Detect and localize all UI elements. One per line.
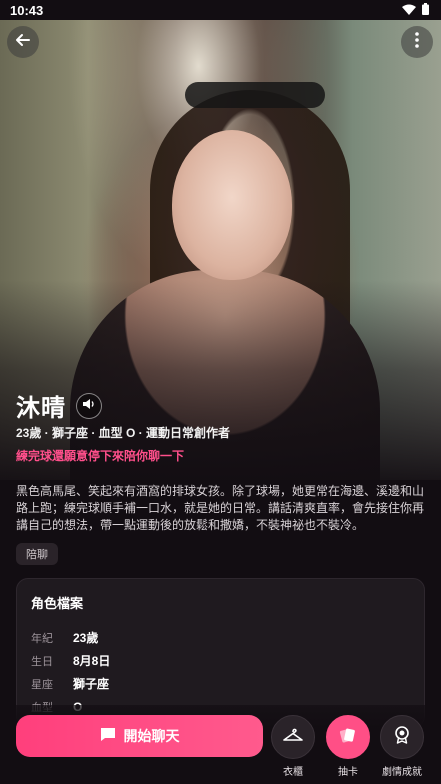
cards-icon [339,726,357,749]
character-header: 沐晴 [16,388,102,423]
wardrobe-label: 衣櫃 [283,767,303,778]
more-options-button[interactable] [401,26,433,58]
voice-play-button[interactable] [76,392,102,419]
status-bar: 10:43 [0,0,441,20]
profile-row-zodiac: 星座 獅子座 [31,672,410,695]
badge-icon [394,725,410,749]
profile-row-age: 年紀 23歲 [31,626,410,649]
wifi-icon [402,3,416,18]
more-vertical-icon [415,31,419,53]
start-chat-label: 開始聊天 [123,728,180,744]
status-time: 10:43 [10,2,44,18]
wardrobe-button[interactable]: 衣櫃 [271,715,315,778]
draw-card-button[interactable]: 抽卡 [326,715,370,778]
profile-value: 23歲 [73,631,99,645]
profile-row-birthday: 生日 8月8日 [31,649,410,672]
tag-chip: 陪聊 [16,543,58,565]
character-name: 沐晴 [16,395,66,422]
character-description: 黑色高馬尾、笑起來有酒窩的排球女孩。除了球場，她更常在海邊、溪邊和山路上跑；練完… [16,484,425,532]
profile-key: 星座 [31,678,53,691]
profile-value: 獅子座 [73,677,110,691]
back-arrow-icon [15,32,31,53]
profile-title: 角色檔案 [31,596,84,611]
character-tagline: 練完球還願意停下來陪你聊一下 [16,449,185,463]
speaker-icon [82,397,96,415]
hanger-icon [283,728,303,747]
achievements-button[interactable]: 劇情成就 [380,715,424,778]
profile-key: 年紀 [31,632,53,645]
back-button[interactable] [7,26,39,58]
profile-key: 生日 [31,655,53,668]
battery-icon [422,2,429,18]
achievements-label: 劇情成就 [382,767,422,778]
character-meta: 23歲 · 獅子座 · 血型 O · 運動日常創作者 [16,426,231,440]
draw-card-label: 抽卡 [338,767,358,778]
chat-bubble-icon [100,727,116,745]
start-chat-button[interactable]: 開始聊天 [16,715,263,757]
profile-value: 8月8日 [73,654,111,668]
